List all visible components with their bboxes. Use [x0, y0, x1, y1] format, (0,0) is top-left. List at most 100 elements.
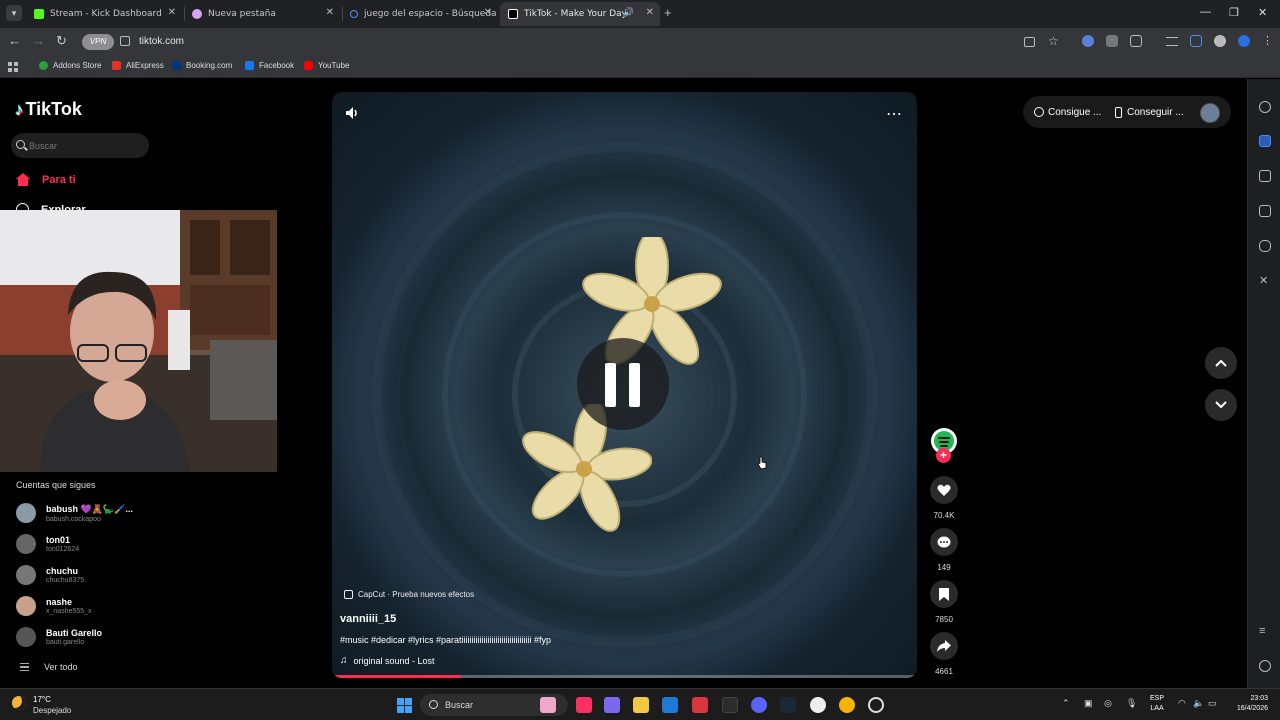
- share-button[interactable]: [930, 632, 958, 660]
- vpn-badge[interactable]: VPN: [82, 34, 114, 50]
- see-all-link[interactable]: Ver todo: [20, 662, 78, 672]
- new-tab-button[interactable]: +: [664, 5, 672, 20]
- comment-button[interactable]: [930, 528, 958, 556]
- tab-search-dropdown[interactable]: ▾: [6, 5, 22, 21]
- video-sound[interactable]: ♫ original sound - Lost: [340, 655, 435, 666]
- apps-grid-icon[interactable]: [8, 62, 18, 72]
- tray-sync-icon[interactable]: ◎: [1104, 698, 1112, 709]
- address-bar[interactable]: tiktok.com: [139, 36, 184, 47]
- reload-icon[interactable]: ↻: [56, 33, 67, 49]
- tiktok-app-icon[interactable]: [576, 697, 592, 713]
- tulips-widget-icon[interactable]: [540, 697, 556, 713]
- tab-tiktok[interactable]: TikTok - Make Your Day 🔊 ✕: [500, 2, 660, 26]
- coin-icon: [1034, 107, 1044, 117]
- cast-icon[interactable]: [1024, 37, 1035, 47]
- restore-button[interactable]: ❐: [1229, 6, 1239, 19]
- system-clock[interactable]: 23:03 16/4/2026: [1226, 694, 1268, 714]
- like-button[interactable]: [930, 476, 958, 504]
- help-icon[interactable]: [1259, 660, 1271, 672]
- forward-icon[interactable]: →: [32, 33, 45, 48]
- wifi-icon[interactable]: ◠: [1178, 698, 1186, 709]
- following-account[interactable]: ton01 ton012624: [16, 534, 79, 554]
- security-check-icon[interactable]: [1238, 35, 1250, 47]
- outlook-icon[interactable]: [662, 697, 678, 713]
- tiktok-logo[interactable]: ♪ TikTok: [15, 99, 82, 120]
- nav-for-you[interactable]: Para ti: [16, 173, 76, 186]
- tiktok-note-icon: ♪: [15, 99, 24, 119]
- more-options-icon[interactable]: ⋯: [886, 104, 903, 124]
- tray-overflow-icon[interactable]: ⌃: [1062, 698, 1070, 709]
- follow-plus-button[interactable]: +: [936, 448, 951, 463]
- sidebar-toggle-icon[interactable]: [1190, 35, 1202, 47]
- wps-office-icon[interactable]: [692, 697, 708, 713]
- copilot-icon[interactable]: [1259, 135, 1271, 147]
- close-icon[interactable]: ✕: [646, 7, 654, 18]
- search-icon[interactable]: [1259, 101, 1271, 113]
- following-account[interactable]: Bauti Garello bauti.garello: [16, 627, 102, 647]
- previous-video-button[interactable]: [1205, 347, 1237, 379]
- following-account[interactable]: nashe x_nashe555_x: [16, 596, 92, 616]
- get-app-button[interactable]: Conseguir ...: [1115, 100, 1184, 124]
- collections-icon[interactable]: [1259, 170, 1271, 182]
- notes-icon[interactable]: [1259, 205, 1271, 217]
- hand-cursor-icon: [757, 456, 767, 470]
- capcut-effect-badge[interactable]: CapCut · Prueba nuevos efectos: [344, 590, 474, 599]
- discord-icon[interactable]: [751, 697, 767, 713]
- file-explorer-icon[interactable]: [633, 697, 649, 713]
- gamepad-icon[interactable]: [1259, 240, 1271, 252]
- video-caption[interactable]: #music #dedicar #lyrics #paratiiiiiiiiii…: [340, 635, 551, 645]
- tab-search-results[interactable]: juego del espacio - Búsqueda ✕: [342, 2, 498, 26]
- steam-icon[interactable]: [780, 697, 796, 713]
- bookmark-star-icon[interactable]: ☆: [1048, 34, 1059, 48]
- get-coins-button[interactable]: Consigue ...: [1034, 100, 1101, 124]
- teams-icon[interactable]: [604, 697, 620, 713]
- back-icon[interactable]: ←: [8, 33, 21, 48]
- browser-menu-icon[interactable]: ⋮: [1262, 34, 1273, 47]
- close-icon[interactable]: ✕: [484, 7, 492, 18]
- next-video-button[interactable]: [1205, 389, 1237, 421]
- microphone-icon[interactable]: 🎙: [1126, 698, 1137, 709]
- search-input[interactable]: Buscar: [11, 133, 149, 158]
- following-account[interactable]: chuchu chuchu8375: [16, 565, 84, 585]
- weather-temperature[interactable]: 17°C: [33, 695, 51, 704]
- video-progress-bar[interactable]: [332, 675, 917, 678]
- minimize-button[interactable]: —: [1200, 6, 1211, 18]
- start-button[interactable]: [397, 698, 412, 713]
- volume-icon[interactable]: 🔈: [1193, 698, 1204, 709]
- profile-avatar[interactable]: [1200, 103, 1220, 123]
- following-account[interactable]: babush 💜🧸🦕🖌️... babush.cockapoo: [16, 503, 133, 523]
- bookmark-facebook[interactable]: Facebook: [245, 61, 294, 70]
- bookmark-addons-store[interactable]: Addons Store: [39, 61, 101, 70]
- customize-icon[interactable]: ≡: [1259, 625, 1271, 637]
- pause-bar: [605, 363, 616, 407]
- close-icon[interactable]: ✕: [168, 7, 176, 18]
- bookmark-booking[interactable]: Booking.com: [172, 61, 232, 70]
- tab-new-tab[interactable]: Nueva pestaña ✕: [184, 2, 340, 26]
- video-author[interactable]: vanniiii_15: [340, 613, 396, 625]
- bookmark-aliexpress[interactable]: AliExpress: [112, 61, 164, 70]
- close-window-button[interactable]: ✕: [1258, 6, 1267, 19]
- volume-icon[interactable]: [344, 105, 360, 121]
- site-info-icon[interactable]: [120, 36, 130, 46]
- profile-icon[interactable]: [1214, 35, 1226, 47]
- bookmark-youtube[interactable]: YouTube: [304, 61, 349, 70]
- language-indicator[interactable]: ESP LAA: [1150, 694, 1164, 714]
- weather-description[interactable]: Despejado: [33, 706, 71, 715]
- battery-icon[interactable]: ▭: [1208, 698, 1217, 709]
- app-icon[interactable]: [722, 697, 738, 713]
- tab-kick-dashboard[interactable]: Stream - Kick Dashboard ✕: [26, 2, 182, 26]
- extension-video-icon[interactable]: [1106, 35, 1118, 47]
- save-button[interactable]: [930, 580, 958, 608]
- tools-icon[interactable]: ✕: [1259, 275, 1271, 287]
- pause-button[interactable]: [577, 338, 669, 430]
- extensions-puzzle-icon[interactable]: [1130, 35, 1142, 47]
- tray-app-icon[interactable]: ▣: [1084, 698, 1093, 709]
- extension-shield-icon[interactable]: [1082, 35, 1094, 47]
- reading-list-icon[interactable]: [1166, 37, 1178, 46]
- close-icon[interactable]: ✕: [326, 7, 334, 18]
- chatgpt-icon[interactable]: [868, 697, 884, 713]
- speaker-icon[interactable]: 🔊: [623, 8, 634, 18]
- chrome-icon[interactable]: [839, 697, 855, 713]
- obs-icon[interactable]: [810, 697, 826, 713]
- video-player[interactable]: ⋯ CapCut · Prueba nuevos efectos vanniii…: [332, 92, 917, 678]
